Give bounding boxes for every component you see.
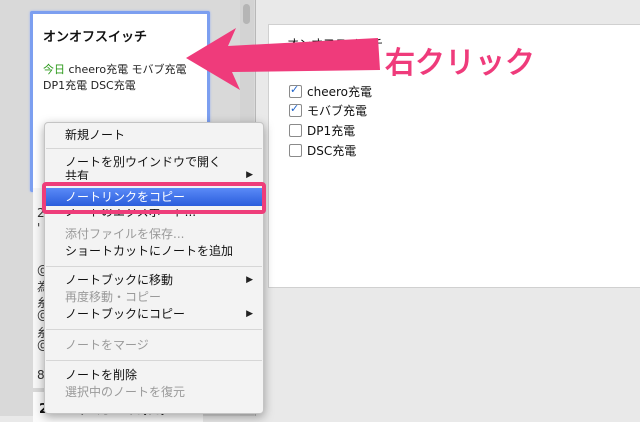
pointer-arrow-icon <box>186 28 380 90</box>
annotation-label: 右クリック <box>385 46 535 81</box>
